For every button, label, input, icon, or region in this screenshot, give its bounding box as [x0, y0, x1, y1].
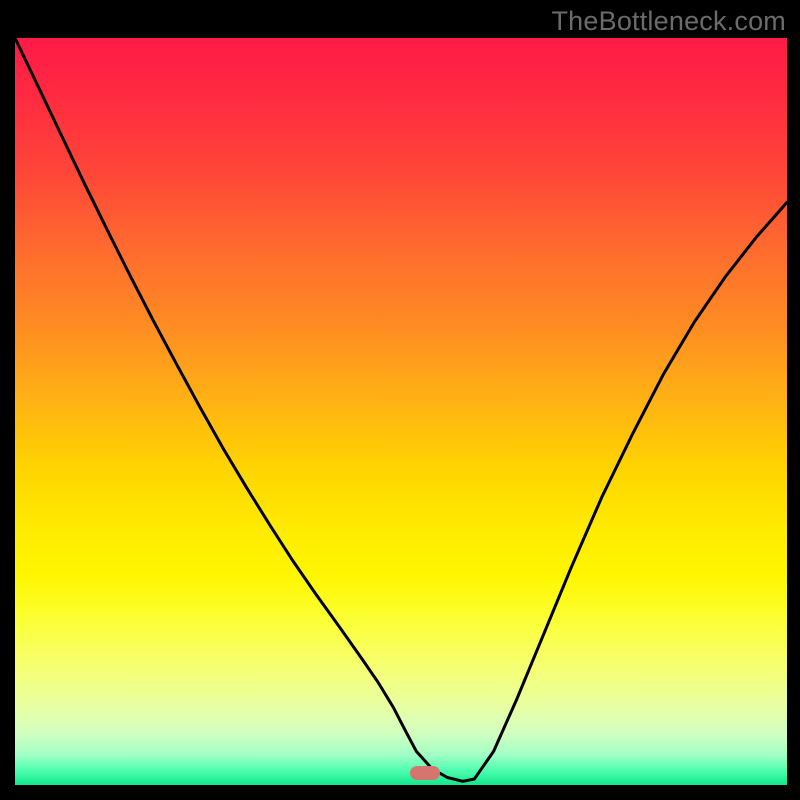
chart-frame: TheBottleneck.com	[0, 0, 800, 800]
bottleneck-curve	[15, 38, 787, 785]
minimum-marker	[410, 766, 440, 780]
plot-area	[15, 38, 787, 785]
watermark-text: TheBottleneck.com	[551, 6, 786, 37]
